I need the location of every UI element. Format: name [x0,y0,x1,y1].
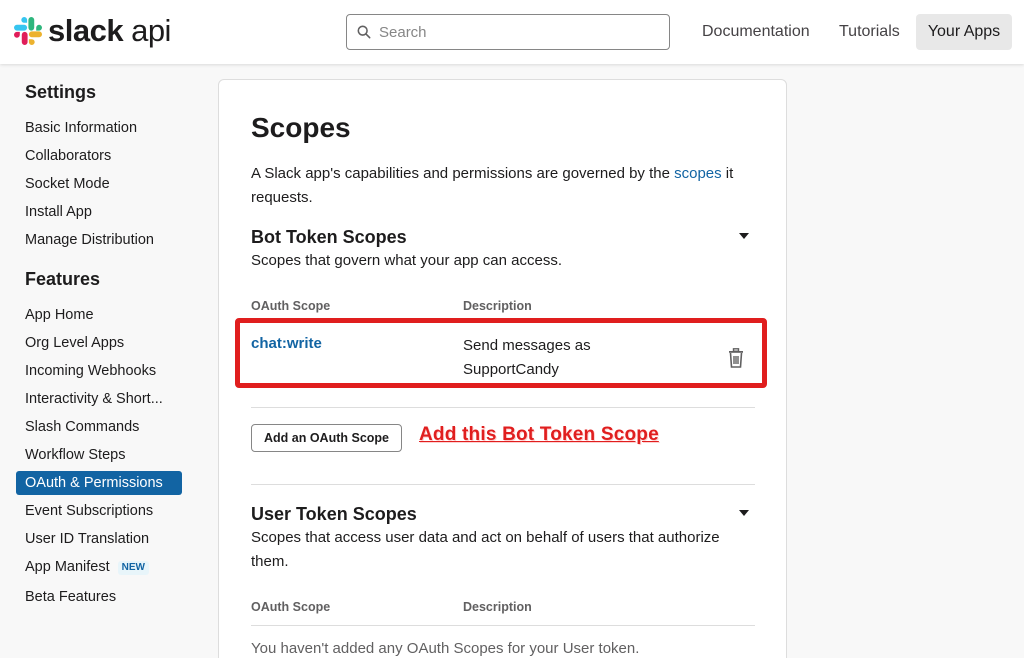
user-col-description: Description [463,600,532,614]
scope-description: Send messages as SupportCandy [463,337,591,378]
page-title: Scopes [251,112,351,143]
trash-icon[interactable] [727,348,745,368]
slack-api-logo[interactable]: slack api [14,14,171,48]
sidebar-item-app-home[interactable]: App Home [16,303,182,327]
sidebar-item-install-app[interactable]: Install App [16,200,182,224]
scopes-intro: A Slack app's capabilities and permissio… [251,165,734,206]
sidebar-item-app-manifest[interactable]: App Manifest NEW [16,555,182,579]
sidebar-item-org-level-apps[interactable]: Org Level Apps [16,331,182,355]
scopes-card: Scopes A Slack app's capabilities and pe… [218,79,787,658]
add-oauth-scope-button[interactable]: Add an OAuth Scope [251,424,402,452]
search-input[interactable] [379,23,659,41]
bot-col-description: Description [463,299,532,313]
divider [251,625,755,626]
sidebar-item-workflow-steps[interactable]: Workflow Steps [16,443,182,467]
user-token-scopes-subtitle: Scopes that access user data and act on … [251,529,720,570]
bot-col-oauth-scope: OAuth Scope [251,299,331,313]
top-bar: slackapi Documentation Tutorials Your Ap… [0,0,1024,64]
annotation-callout: Add this Bot Token Scope [419,424,659,445]
bot-scopes-collapse-caret-icon[interactable] [738,232,750,240]
sidebar-item-event-subscriptions[interactable]: Event Subscriptions [16,499,182,523]
brand-wordmark: slack api [48,13,171,48]
sidebar: Settings Basic Information Collaborators… [0,64,205,658]
user-scopes-collapse-caret-icon[interactable] [738,509,750,517]
sidebar-item-user-id-translation[interactable]: User ID Translation [16,527,182,551]
scope-chat-write[interactable]: chat:write [251,335,322,352]
sidebar-item-incoming-webhooks[interactable]: Incoming Webhooks [16,359,182,383]
sidebar-item-basic-information[interactable]: Basic Information [16,116,182,140]
bot-token-scopes-subtitle: Scopes that govern what your app can acc… [251,252,563,269]
sidebar-item-oauth-permissions[interactable]: OAuth & Permissions [16,471,182,495]
nav-your-apps[interactable]: Your Apps [916,14,1012,50]
user-scopes-empty-note: You haven't added any OAuth Scopes for y… [251,640,640,657]
slack-logo-icon [14,17,42,45]
search-box[interactable] [346,14,670,50]
sidebar-item-label: App Manifest [25,559,110,575]
sidebar-item-collaborators[interactable]: Collaborators [16,144,182,168]
new-badge: NEW [117,561,149,575]
user-token-scopes-title: User Token Scopes [251,504,417,524]
divider [251,407,755,408]
nav-documentation[interactable]: Documentation [690,14,822,50]
sidebar-item-beta-features[interactable]: Beta Features [16,585,182,609]
sidebar-item-manage-distribution[interactable]: Manage Distribution [16,228,182,252]
nav-tutorials[interactable]: Tutorials [827,14,912,50]
search-icon [357,25,371,39]
features-heading: Features [25,269,101,289]
scopes-link[interactable]: scopes [674,165,722,182]
sidebar-item-socket-mode[interactable]: Socket Mode [16,172,182,196]
user-col-oauth-scope: OAuth Scope [251,600,331,614]
divider [251,484,755,485]
settings-heading: Settings [25,82,97,102]
bot-token-scopes-title: Bot Token Scopes [251,227,407,247]
sidebar-item-interactivity[interactable]: Interactivity & Short... [16,387,182,411]
sidebar-item-slash-commands[interactable]: Slash Commands [16,415,182,439]
